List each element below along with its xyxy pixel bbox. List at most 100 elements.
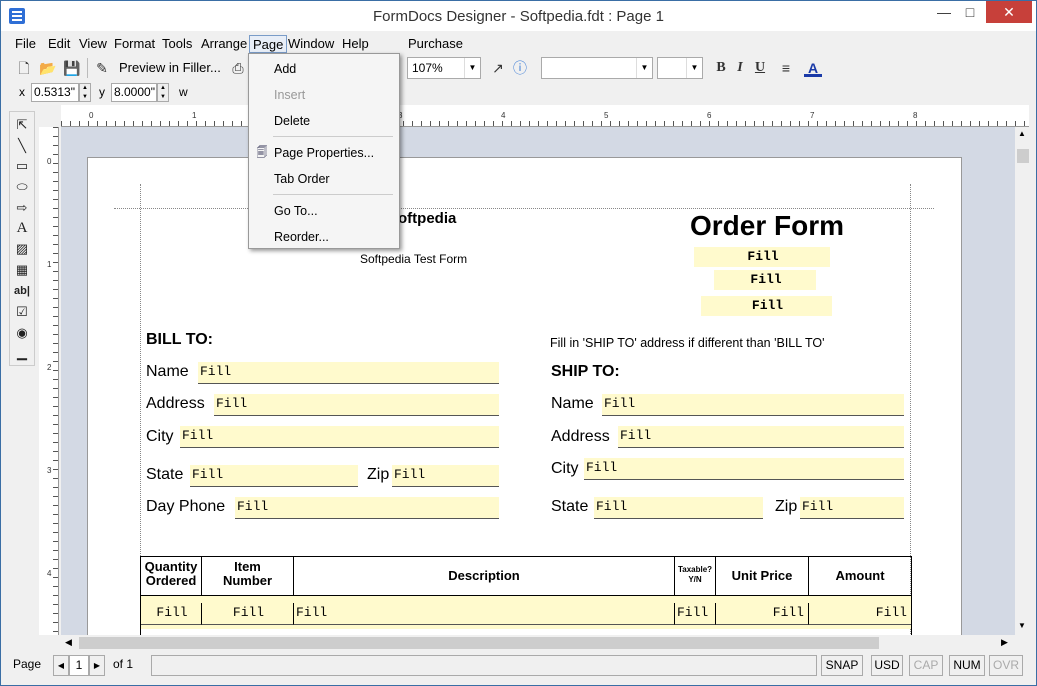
ship-state-label[interactable]: State (551, 498, 588, 516)
print-icon[interactable]: ⎙ (229, 59, 247, 77)
zoom-select[interactable]: 107% ▼ (407, 57, 481, 79)
bill-to-heading[interactable]: BILL TO: (146, 331, 213, 349)
preview-icon[interactable]: ✎ (93, 59, 111, 77)
vertical-scroll-thumb[interactable] (1017, 149, 1029, 163)
taxable-cell[interactable]: Fill (675, 603, 716, 625)
bill-city-field[interactable]: Fill (180, 426, 499, 448)
header-fill-field[interactable]: Fill (701, 296, 832, 316)
col-header-quantity[interactable]: Quantity Ordered (141, 557, 202, 595)
ship-to-heading[interactable]: SHIP TO: (551, 363, 620, 381)
snap-indicator[interactable]: SNAP (821, 655, 863, 676)
menu-page-properties[interactable]: 🗐 Page Properties... (249, 142, 399, 164)
ship-note[interactable]: Fill in 'SHIP TO' address if different t… (550, 336, 825, 350)
col-header-item[interactable]: Item Number (202, 557, 294, 595)
unit-price-cell[interactable]: Fill (716, 603, 809, 625)
menu-file[interactable]: File (12, 35, 39, 53)
menu-page-delete[interactable]: Delete (249, 110, 399, 132)
vertical-scrollbar[interactable]: ▲ ▼ (1015, 127, 1031, 635)
menu-format[interactable]: Format (111, 35, 158, 53)
header-fill-field[interactable]: Fill (714, 270, 816, 290)
order-items-table[interactable]: Quantity Ordered Item Number Description… (140, 556, 912, 635)
horizontal-scrollbar[interactable]: ◀ ▶ (61, 635, 1015, 651)
ship-zip-field[interactable]: Fill (800, 497, 904, 519)
help-icon[interactable]: ⓘ (511, 59, 529, 77)
menu-page-tab-order[interactable]: Tab Order (249, 168, 399, 190)
col-header-unit-price[interactable]: Unit Price (716, 557, 809, 595)
ship-city-label[interactable]: City (551, 460, 579, 478)
prev-page-button[interactable]: ◀ (53, 655, 69, 676)
item-cell[interactable]: Fill (202, 603, 294, 625)
underline-button[interactable]: U (751, 59, 769, 77)
horizontal-scroll-thumb[interactable] (79, 637, 879, 649)
description-cell[interactable]: Fill (294, 603, 675, 625)
preview-in-filler-button[interactable]: Preview in Filler... (119, 60, 221, 75)
col-header-taxable[interactable]: Taxable? Y/N (675, 557, 716, 595)
bill-state-label[interactable]: State (146, 466, 183, 484)
scroll-down-icon[interactable]: ▼ (1018, 621, 1026, 630)
y-spinner[interactable]: ▲ ▼ (157, 83, 169, 102)
scroll-up-icon[interactable]: ▲ (1018, 129, 1026, 138)
next-page-button[interactable]: ▶ (89, 655, 105, 676)
bill-zip-field[interactable]: Fill (392, 465, 499, 487)
scroll-left-icon[interactable]: ◀ (65, 637, 72, 648)
menu-page-reorder[interactable]: Reorder... (249, 226, 399, 248)
ship-name-field[interactable]: Fill (602, 394, 904, 416)
menu-view[interactable]: View (76, 35, 110, 53)
bill-phone-field[interactable]: Fill (235, 497, 499, 519)
menu-page[interactable]: Page (249, 35, 288, 53)
maximize-button[interactable]: □ (957, 1, 983, 23)
bill-name-label[interactable]: Name (146, 363, 189, 381)
form-title[interactable]: Order Form (690, 210, 844, 242)
ellipse-tool-icon[interactable]: ⬭ (13, 178, 31, 196)
amount-cell[interactable]: Fill (809, 603, 911, 625)
select-pointer-icon[interactable]: ⇱ (13, 116, 31, 134)
bill-city-label[interactable]: City (146, 428, 174, 446)
checkbox-tool-icon[interactable]: ☑ (13, 303, 31, 321)
context-help-icon[interactable]: ↗ (489, 59, 507, 77)
italic-button[interactable]: I (731, 59, 749, 77)
usd-indicator[interactable]: USD (871, 655, 903, 676)
line-tool-icon[interactable]: ╲ (13, 137, 31, 155)
ship-city-field[interactable]: Fill (584, 458, 904, 480)
table-tool-icon[interactable]: ▦ (13, 261, 31, 279)
font-name-select[interactable]: ▼ (541, 57, 653, 79)
button-tool-icon[interactable]: ▁ (13, 344, 31, 362)
ship-name-label[interactable]: Name (551, 395, 594, 413)
close-button[interactable]: ✕ (986, 1, 1032, 23)
menu-window[interactable]: Window (285, 35, 337, 53)
align-icon[interactable]: ≡ (777, 59, 795, 77)
bill-name-field[interactable]: Fill (198, 362, 499, 384)
y-field[interactable]: 8.0000" (111, 83, 157, 102)
form-page[interactable]: Softpedia Softpedia Test Form Order Form… (87, 157, 962, 635)
bill-zip-label[interactable]: Zip (367, 466, 389, 484)
menu-arrange[interactable]: Arrange (198, 35, 250, 53)
new-file-icon[interactable]: 🗋 (15, 59, 33, 77)
bill-state-field[interactable]: Fill (190, 465, 358, 487)
x-spinner[interactable]: ▲ ▼ (79, 83, 91, 102)
bill-phone-label[interactable]: Day Phone (146, 498, 225, 516)
save-icon[interactable]: 💾 (63, 59, 81, 77)
bill-address-field[interactable]: Fill (214, 394, 499, 416)
minimize-button[interactable]: — (931, 1, 957, 23)
col-header-amount[interactable]: Amount (809, 557, 911, 595)
x-field[interactable]: 0.5313" (31, 83, 79, 102)
page-number-field[interactable]: 1 (69, 655, 89, 676)
ship-address-field[interactable]: Fill (618, 426, 904, 448)
header-fill-field[interactable]: Fill (694, 247, 830, 267)
text-color-icon[interactable]: A (804, 59, 822, 77)
quantity-cell[interactable]: Fill (141, 603, 202, 625)
menu-page-add[interactable]: Add (249, 58, 399, 80)
ship-zip-label[interactable]: Zip (775, 498, 797, 516)
bold-button[interactable]: B (712, 59, 730, 77)
rectangle-tool-icon[interactable]: ▭ (13, 157, 31, 175)
menu-help[interactable]: Help (339, 35, 372, 53)
arrow-tool-icon[interactable]: ⇨ (13, 199, 31, 217)
open-folder-icon[interactable]: 📂 (39, 59, 57, 77)
menu-purchase[interactable]: Purchase (405, 35, 466, 53)
scroll-right-icon[interactable]: ▶ (1001, 637, 1008, 648)
bill-address-label[interactable]: Address (146, 395, 205, 413)
menu-page-insert[interactable]: Insert (249, 84, 399, 106)
menu-tools[interactable]: Tools (159, 35, 195, 53)
design-canvas[interactable]: Softpedia Softpedia Test Form Order Form… (61, 127, 1015, 635)
ship-address-label[interactable]: Address (551, 428, 610, 446)
